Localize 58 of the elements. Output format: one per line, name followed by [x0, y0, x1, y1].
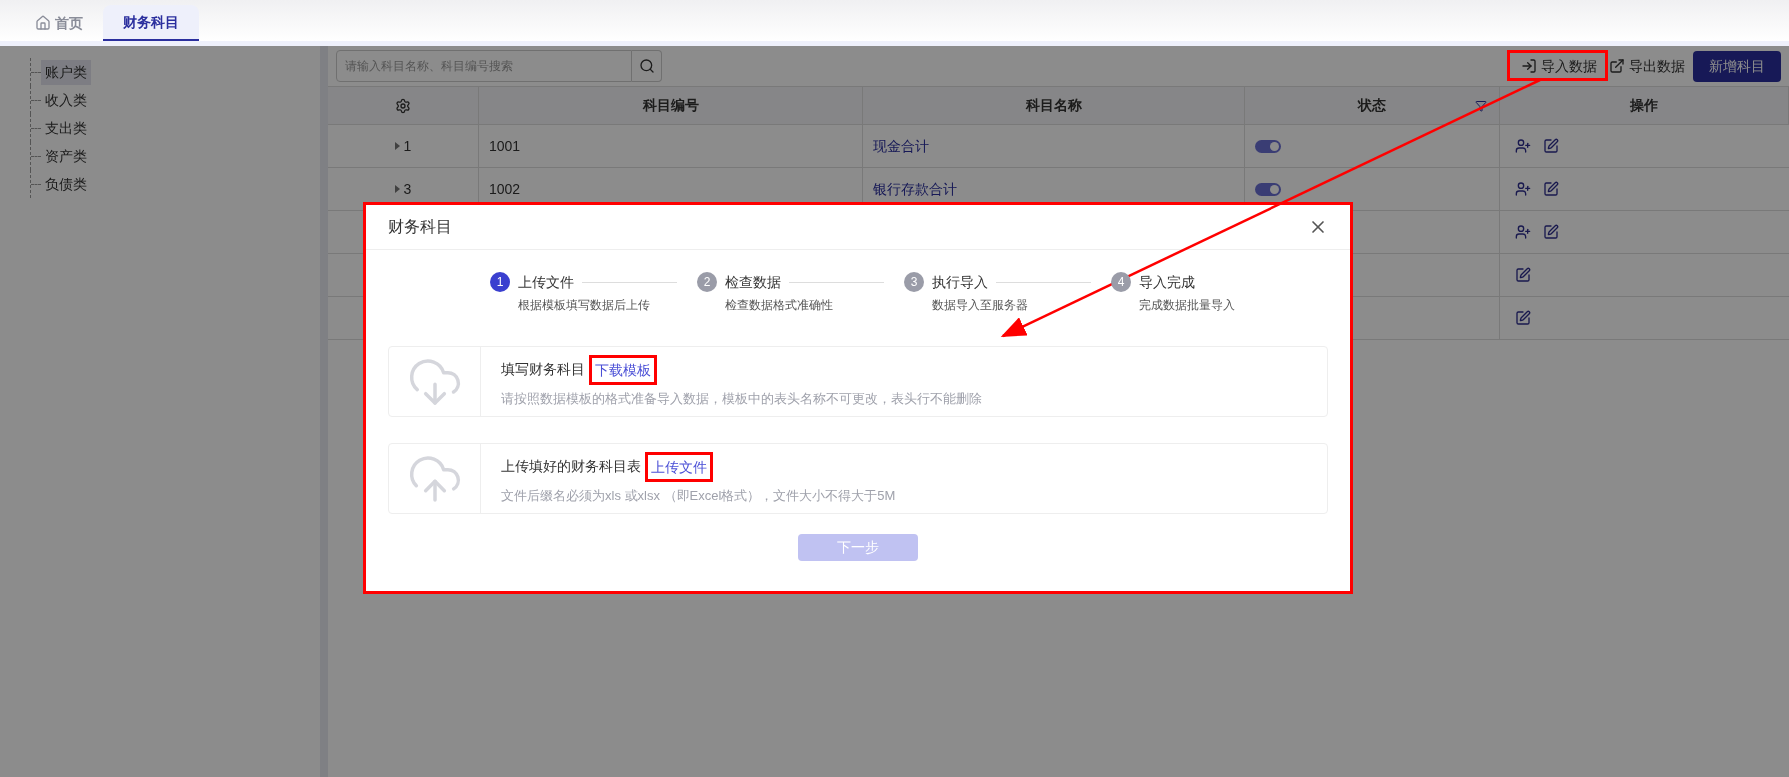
user-plus-icon[interactable] [1515, 224, 1531, 240]
subject-name-link[interactable]: 现金合计 [873, 135, 929, 157]
tree-item[interactable]: 支出类 [41, 115, 91, 141]
step-description: 根据模板填写数据后上传 [518, 297, 651, 314]
row-number: 1 [403, 136, 412, 156]
step-number: 1 [490, 272, 510, 292]
card-hint: 文件后缀名必须为xls 或xlsx （即Excel格式），文件大小不得大于5M [501, 486, 896, 505]
edit-icon[interactable] [1515, 267, 1531, 283]
tree-item[interactable]: 资产类 [41, 143, 91, 169]
export-data-button[interactable]: 导出数据 [1605, 50, 1689, 82]
import-data-button[interactable]: 导入数据 [1517, 50, 1601, 82]
step-number: 3 [904, 272, 924, 292]
home-icon [35, 15, 51, 31]
tree-item[interactable]: 收入类 [41, 87, 91, 113]
card-text: 填写财务科目 [501, 360, 585, 380]
column-header: 科目编号 [642, 96, 699, 115]
status-switch[interactable] [1255, 139, 1281, 153]
download-template-link[interactable]: 下载模板 [595, 361, 651, 378]
user-plus-icon[interactable] [1515, 181, 1531, 197]
filter-icon[interactable] [1475, 99, 1487, 112]
user-plus-icon[interactable] [1515, 138, 1531, 154]
expand-caret-icon[interactable] [394, 142, 400, 150]
edit-icon[interactable] [1515, 310, 1531, 326]
import-icon [1521, 58, 1537, 74]
edit-icon[interactable] [1543, 224, 1559, 240]
export-icon [1609, 58, 1625, 74]
expand-caret-icon[interactable] [394, 185, 400, 193]
step-description: 完成数据批量导入 [1139, 297, 1235, 314]
subject-name-link[interactable]: 银行存款合计 [873, 178, 957, 200]
step-title: 执行导入 [932, 273, 988, 292]
step-description: 数据导入至服务器 [932, 297, 1029, 314]
edit-icon[interactable] [1543, 138, 1559, 154]
step-title: 导入完成 [1139, 273, 1195, 292]
dialog-title: 财务科目 [388, 217, 452, 237]
column-header: 科目名称 [1025, 96, 1082, 115]
row-number: 3 [403, 179, 412, 199]
step-number: 4 [1111, 272, 1131, 292]
column-header: 状态 [1358, 96, 1386, 115]
column-header: 操作 [1630, 96, 1658, 115]
table-cell-text: 1001 [489, 136, 521, 156]
edit-icon[interactable] [1543, 181, 1559, 197]
add-subject-button[interactable]: 新增科目 [1693, 50, 1781, 82]
table-cell-text: 1002 [489, 179, 521, 199]
search-icon [638, 58, 655, 74]
upload-file-link[interactable]: 上传文件 [651, 458, 707, 475]
settings-icon[interactable] [395, 97, 411, 114]
step-title: 上传文件 [518, 273, 574, 292]
step-number: 2 [697, 272, 717, 292]
page-tab[interactable]: 首页 [15, 5, 103, 41]
card-text: 上传填好的财务科目表 [501, 457, 641, 477]
step-title: 检查数据 [725, 273, 781, 292]
status-switch[interactable] [1255, 182, 1281, 196]
page-tab[interactable]: 财务科目 [103, 5, 199, 41]
card-hint: 请按照数据模板的格式准备导入数据，模板中的表头名称不可更改，表头行不能删除 [501, 389, 982, 408]
tree-item[interactable]: 负债类 [41, 171, 91, 197]
tree-item[interactable]: 账户类 [41, 59, 91, 85]
search-button[interactable] [632, 50, 662, 82]
step-description: 检查数据格式准确性 [725, 297, 834, 314]
